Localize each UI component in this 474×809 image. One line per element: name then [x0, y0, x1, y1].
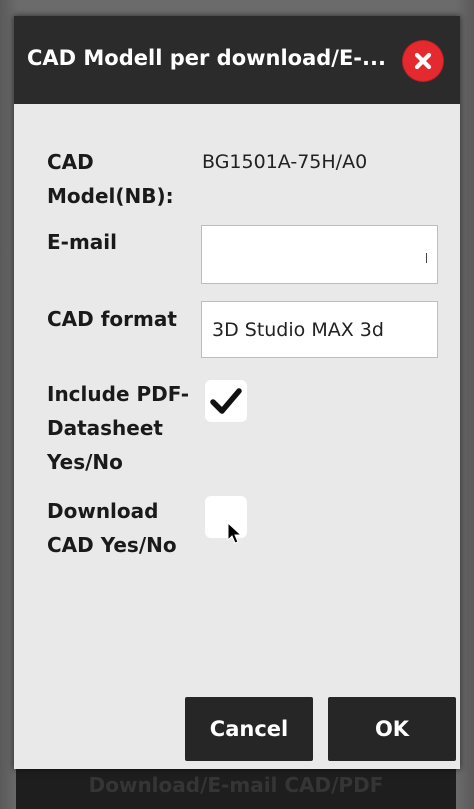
mouse-pointer-icon: [227, 522, 243, 544]
ok-button[interactable]: OK: [328, 697, 456, 761]
include-pdf-label-line3: Yes/No: [47, 450, 123, 474]
cad-model-label-line1: CAD: [47, 150, 94, 174]
include-pdf-label-line1: Include PDF-: [47, 382, 190, 406]
cad-format-label: CAD format: [47, 307, 177, 331]
dialog-title: CAD Modell per download/E-...: [27, 46, 386, 70]
cad-model-label-line2: Model(NB):: [47, 184, 174, 208]
cancel-button[interactable]: Cancel: [185, 697, 313, 761]
include-pdf-checkbox[interactable]: [205, 380, 247, 422]
email-label: E-mail: [47, 230, 118, 254]
include-pdf-label-line2: Datasheet: [47, 416, 163, 440]
dialog-titlebar: CAD Modell per download/E-...: [14, 16, 460, 104]
email-field[interactable]: [201, 225, 438, 284]
download-cad-label-line1: Download: [47, 499, 159, 523]
background-bar-label: Download/E-mail CAD/PDF: [88, 772, 384, 797]
cad-format-field[interactable]: 3D Studio MAX 3d: [201, 301, 438, 358]
cad-model-label: CAD Model(NB):: [47, 145, 174, 213]
close-icon[interactable]: [403, 41, 443, 81]
checkmark-icon: [210, 388, 242, 414]
download-cad-label-line2: CAD Yes/No: [47, 533, 177, 557]
text-caret: [426, 253, 427, 263]
cad-download-dialog: CAD Modell per download/E-... CAD Model(…: [14, 16, 460, 769]
close-x-glyph: [414, 52, 432, 70]
cad-model-value: BG1501A-75H/A0: [202, 151, 368, 173]
download-cad-label: Download CAD Yes/No: [47, 494, 177, 562]
include-pdf-label: Include PDF- Datasheet Yes/No: [47, 377, 189, 479]
